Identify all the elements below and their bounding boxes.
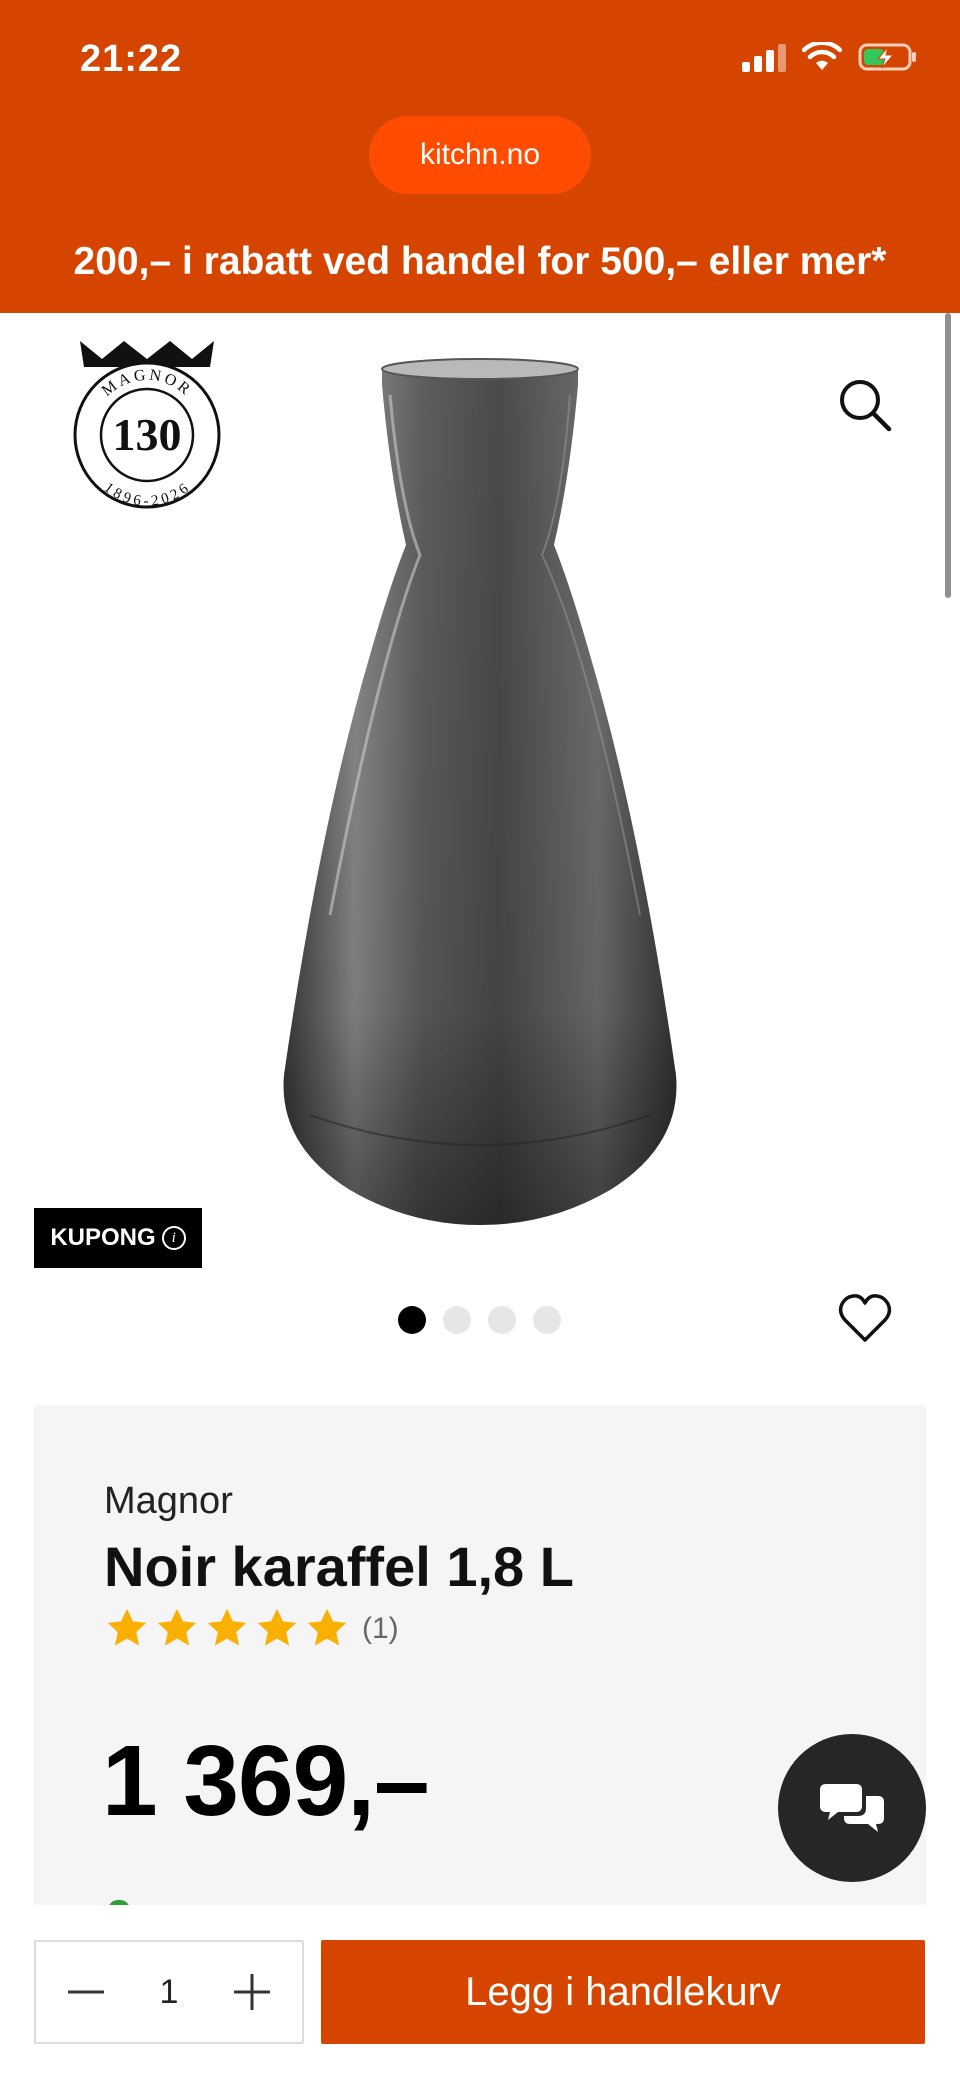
product-title: Noir karaffel 1,8 L — [104, 1535, 574, 1598]
coupon-badge[interactable]: KUPONG i — [34, 1208, 202, 1268]
review-count: (1) — [362, 1612, 399, 1645]
favorite-heart-icon[interactable] — [838, 1292, 892, 1346]
url-bar[interactable]: kitchn.no — [369, 116, 591, 194]
increase-quantity-button[interactable] — [226, 1966, 278, 2018]
star-icon — [307, 1608, 347, 1646]
product-rating[interactable]: (1) — [104, 1606, 399, 1652]
chat-button[interactable] — [778, 1734, 926, 1882]
star-icon — [157, 1608, 197, 1646]
add-to-cart-button[interactable]: Legg i handlekurv — [321, 1940, 925, 2044]
minus-icon — [68, 1990, 104, 1994]
product-brand[interactable]: Magnor — [104, 1480, 233, 1523]
carousel-dot-1[interactable] — [398, 1306, 426, 1334]
wifi-icon — [802, 42, 842, 70]
star-icon — [107, 1608, 147, 1646]
coupon-badge-label: KUPONG — [50, 1224, 156, 1251]
star-icon — [257, 1608, 297, 1646]
signal-icon — [742, 42, 786, 72]
carousel-dot-2[interactable] — [443, 1306, 471, 1334]
status-icons — [742, 42, 918, 72]
top-header: 21:22 kitchn.no 200,– i rabatt ved hande… — [0, 0, 960, 313]
info-icon: i — [161, 1226, 186, 1250]
quantity-stepper: 1 — [34, 1940, 304, 2044]
search-icon — [840, 380, 892, 432]
chat-bubbles-icon — [820, 1784, 884, 1832]
product-carafe-image[interactable] — [270, 355, 690, 1225]
promo-banner[interactable]: 200,– i rabatt ved handel for 500,– elle… — [0, 240, 960, 284]
status-time: 21:22 — [80, 38, 183, 80]
carousel-dots — [398, 1306, 561, 1334]
magnor-130-logo: MAGNOR 1896-2026 130 — [73, 341, 221, 510]
decrease-quantity-button[interactable] — [60, 1966, 112, 2018]
logo-number-text: 130 — [113, 409, 182, 460]
quantity-value[interactable]: 1 — [160, 1973, 179, 2012]
carousel-dot-3[interactable] — [488, 1306, 516, 1334]
star-icon — [207, 1608, 247, 1646]
plus-icon — [233, 1974, 270, 2010]
battery-charging-icon — [858, 43, 916, 71]
scroll-indicator — [945, 313, 951, 598]
zoom-search-button[interactable] — [832, 372, 898, 438]
carousel-dot-4[interactable] — [533, 1306, 561, 1334]
product-price: 1 369,– — [102, 1725, 430, 1837]
